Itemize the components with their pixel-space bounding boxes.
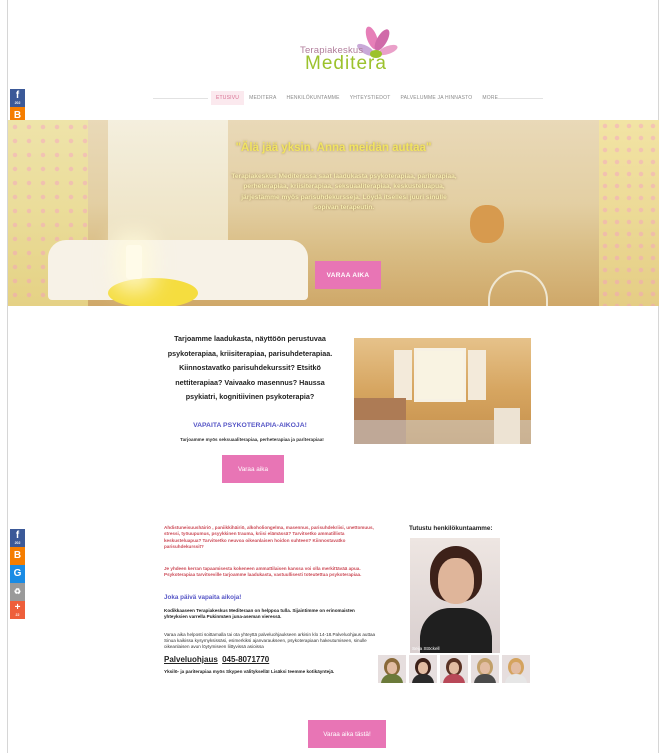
book-appointment-button[interactable]: Varaa aika xyxy=(222,455,284,483)
facebook-share-button[interactable]: f 202 xyxy=(10,529,25,547)
google-share-button[interactable]: G xyxy=(10,565,25,583)
hero-chair xyxy=(488,270,548,306)
portrait-face xyxy=(438,558,474,604)
skype-text: Yksilö- ja pariterapiaa myös Skypen väli… xyxy=(164,669,335,674)
nav-items: ETUSIVU MEDITERA HENKILÖKUNTAMME YHTEYST… xyxy=(211,91,508,105)
staff-thumbnail[interactable] xyxy=(440,655,468,683)
thumb-face xyxy=(511,662,521,674)
main-navigation: ETUSIVU MEDITERA HENKILÖKUNTAMME YHTEYST… xyxy=(153,87,543,109)
phone-line: Palveluohjaus 045-8071770 xyxy=(164,655,376,664)
phone-label: Palveluohjaus xyxy=(164,655,218,664)
thumb-face xyxy=(387,662,397,674)
staff-thumbnails xyxy=(378,655,530,683)
facebook-share-button[interactable]: f 202 xyxy=(10,89,25,107)
share-icon: ♻ xyxy=(13,587,22,596)
booking-info-text: Varaa aika helposti soittamalla tai ota … xyxy=(164,632,376,650)
room-shutter-left xyxy=(394,350,412,400)
hero-book-button[interactable]: VARAA AIKA xyxy=(315,261,381,289)
facebook-icon: f xyxy=(15,530,20,541)
thumb-body xyxy=(412,674,434,683)
nav-item-yhteystiedot[interactable]: YHTEYSTIEDOT xyxy=(345,91,396,105)
intro-text: Tarjoamme laadukasta, näyttöön perustuva… xyxy=(167,334,333,401)
hero-banner: "Älä jää yksin. Anna meidän auttaa" Tera… xyxy=(8,120,659,306)
help-text: Je yhdeen kerran tapaamisesta kokeneen a… xyxy=(164,566,362,578)
more-share-button[interactable]: + 22 xyxy=(10,601,25,619)
plus-icon: + xyxy=(14,602,21,613)
hero-title: "Älä jää yksin. Anna meidän auttaa" xyxy=(235,142,432,154)
nav-item-meditera[interactable]: MEDITERA xyxy=(244,91,281,105)
room-chair xyxy=(494,408,520,444)
blogger-icon: B xyxy=(13,550,22,561)
therapy-room-photo xyxy=(354,338,531,444)
room-window xyxy=(414,348,466,402)
staff-photo-caption: Seija Stöckell xyxy=(412,646,440,651)
generic-share-button[interactable]: ♻ xyxy=(10,583,25,601)
facebook-icon: f xyxy=(15,90,20,101)
staff-thumbnail[interactable] xyxy=(502,655,530,683)
thumb-face xyxy=(480,662,490,674)
blogger-share-button[interactable]: B xyxy=(10,547,25,565)
staff-thumbnail[interactable] xyxy=(378,655,406,683)
intro-subtext: Tarjoamme myös seksuaaliterapiaa, perhet… xyxy=(180,437,324,442)
hero-lamp xyxy=(126,245,142,279)
symptoms-text: Ahdistuneisuushäiriö , paniikkihäiriö, a… xyxy=(164,525,374,550)
nav-divider-right xyxy=(498,98,543,99)
thumb-body xyxy=(474,674,496,683)
nav-item-henkilokuntamme[interactable]: HENKILÖKUNTAMME xyxy=(282,91,345,105)
staff-heading: Tutustu henkilökuntaamme: xyxy=(409,525,493,532)
social-share-bar-bottom: f 202 B G ♻ + 22 xyxy=(10,529,25,619)
location-text: Kodikkaaseen Terapiakeskus Mediteraan on… xyxy=(164,608,355,620)
nav-item-etusivu[interactable]: ETUSIVU xyxy=(211,91,245,105)
facebook-share-count: 202 xyxy=(14,541,21,545)
room-shutter-right xyxy=(468,350,486,400)
thumb-body xyxy=(381,674,403,683)
phone-number-link[interactable]: 045-8071770 xyxy=(222,655,269,664)
hero-teddy-bear xyxy=(470,205,504,243)
thumb-face xyxy=(449,662,459,674)
thumb-body xyxy=(505,674,527,683)
facebook-share-count: 202 xyxy=(14,101,21,105)
staff-thumbnail[interactable] xyxy=(409,655,437,683)
thumb-face xyxy=(418,662,428,674)
nav-item-palvelumme[interactable]: PALVELUMME JA HINNASTO xyxy=(395,91,477,105)
hero-table xyxy=(108,278,198,306)
daily-appointments-heading: Joka päivä vapaita aikoja! xyxy=(164,594,242,601)
google-icon: G xyxy=(13,568,22,579)
staff-thumbnail[interactable] xyxy=(471,655,499,683)
book-here-button[interactable]: Varaa aika tästä! xyxy=(308,720,386,748)
logo-text-bottom: Meditera xyxy=(305,53,387,74)
site-logo[interactable]: Terapiakeskus Meditera xyxy=(300,24,400,80)
free-appointments-link[interactable]: VAPAITA PSYKOTERAPIA-AIKOJA! xyxy=(162,422,338,429)
thumb-body xyxy=(443,674,465,683)
nav-divider-left xyxy=(153,98,208,99)
hero-description: Terapiakeskus Mediterassa saat laadukast… xyxy=(231,173,457,211)
hero-window xyxy=(108,120,228,240)
staff-featured-photo[interactable]: Seija Stöckell xyxy=(410,538,500,653)
more-share-count: 22 xyxy=(15,613,20,617)
